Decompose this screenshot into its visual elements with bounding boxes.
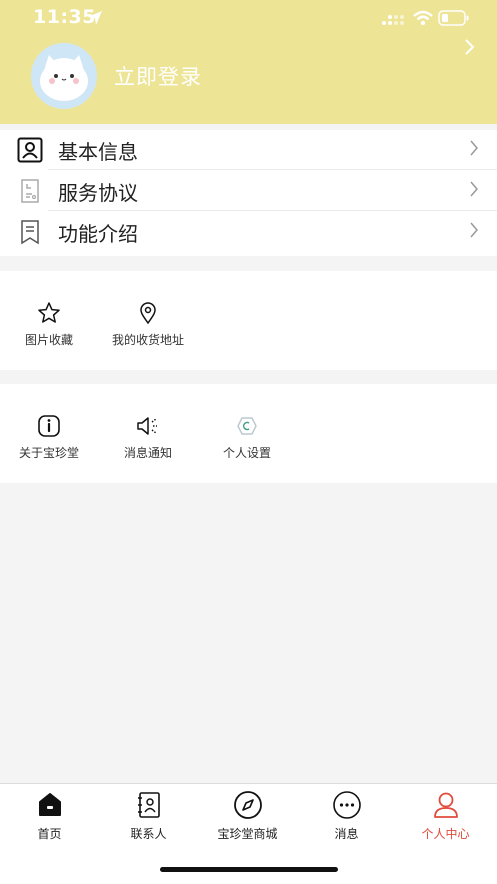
bookmark-doc-icon [21, 220, 39, 245]
tab-label: 首页 [37, 827, 62, 841]
tab-contacts[interactable]: 联系人 [99, 790, 198, 842]
tab-messages[interactable]: 消息 [297, 790, 396, 842]
signal-icon [382, 15, 404, 25]
status-bar: 11:35 [0, 0, 497, 36]
info-icon [38, 415, 60, 437]
tile-image-favorites[interactable]: 图片收藏 [0, 301, 98, 348]
person-icon [433, 792, 458, 818]
chevron-right-icon[interactable] [463, 38, 477, 56]
document-icon [21, 179, 39, 203]
contacts-icon [137, 792, 160, 818]
divider [48, 169, 497, 170]
user-card-icon [17, 137, 43, 163]
tile-notifications[interactable]: 消息通知 [99, 414, 197, 461]
speaker-icon [137, 417, 157, 435]
tile-personal-settings[interactable]: 个人设置 [198, 414, 296, 461]
tile-shipping-address[interactable]: 我的收货地址 [99, 301, 197, 348]
tile-label: 个人设置 [222, 446, 271, 460]
avatar-illustration [31, 43, 97, 109]
shortcut-card-2: 关于宝珍堂 消息通知 个人设置 [0, 384, 497, 483]
tab-label: 宝珍堂商城 [217, 827, 278, 841]
tile-about[interactable]: 关于宝珍堂 [0, 414, 98, 461]
menu-item-basic-info[interactable]: 基本信息 [0, 130, 497, 170]
chevron-right-icon [470, 181, 478, 197]
location-arrow-icon [88, 11, 102, 25]
wifi-icon [413, 10, 433, 26]
shortcut-card-1: 图片收藏 我的收货地址 [0, 271, 497, 370]
tab-label: 个人中心 [421, 827, 470, 841]
tab-home[interactable]: 首页 [0, 790, 99, 842]
compass-icon [233, 791, 262, 819]
menu-item-service-agreement[interactable]: 服务协议 [0, 171, 497, 211]
tab-label: 联系人 [130, 827, 167, 841]
tab-label: 消息 [334, 827, 359, 841]
divider [48, 210, 497, 211]
tab-personal-center[interactable]: 个人中心 [396, 790, 495, 842]
tile-label: 消息通知 [123, 446, 172, 460]
tile-label: 关于宝珍堂 [18, 446, 79, 460]
battery-icon [438, 10, 469, 26]
menu-item-label: 服务协议 [58, 181, 138, 205]
star-icon [38, 302, 60, 323]
home-icon [38, 793, 61, 816]
avatar[interactable] [31, 43, 97, 109]
profile-menu-list: 基本信息 服务协议 功能介绍 [0, 130, 497, 256]
chat-bubble-icon [332, 791, 361, 819]
chevron-right-icon [470, 140, 478, 156]
menu-item-label: 基本信息 [58, 140, 138, 164]
menu-item-feature-intro[interactable]: 功能介绍 [0, 212, 497, 252]
menu-item-label: 功能介绍 [58, 222, 138, 246]
home-indicator [160, 867, 338, 872]
settings-hexagon-icon [237, 417, 257, 435]
tab-store[interactable]: 宝珍堂商城 [198, 790, 297, 842]
chevron-right-icon [470, 222, 478, 238]
tile-label: 图片收藏 [24, 333, 73, 347]
login-link[interactable]: 立即登录 [114, 61, 202, 91]
location-pin-icon [140, 302, 156, 325]
tile-label: 我的收货地址 [111, 333, 184, 347]
